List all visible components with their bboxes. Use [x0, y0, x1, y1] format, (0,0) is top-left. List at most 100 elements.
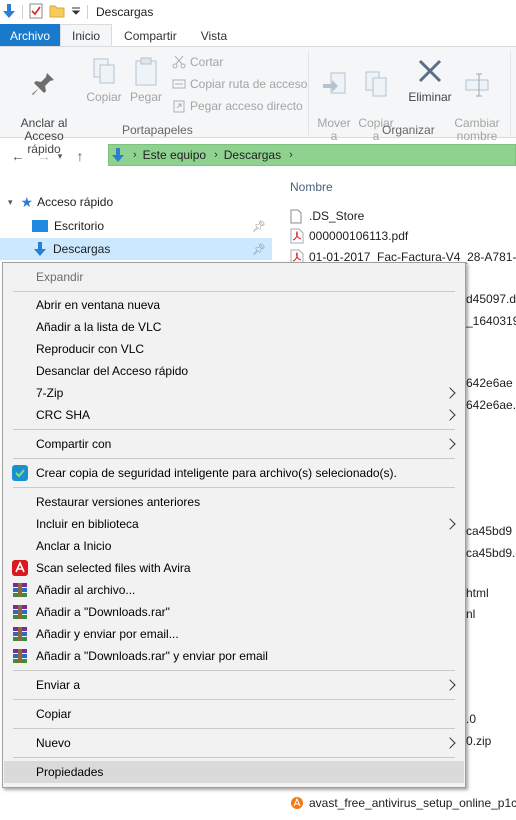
menu-separator: [13, 458, 455, 459]
menu-item-open-new-window[interactable]: Abrir en ventana nueva: [4, 294, 464, 316]
paste-button[interactable]: Pegar: [126, 57, 166, 104]
nav-item-escritorio[interactable]: Escritorio 📌︎: [0, 215, 272, 237]
expand-chevron-icon[interactable]: ▾: [8, 197, 13, 208]
menu-item-play-vlc[interactable]: Reproducir con VLC: [4, 338, 464, 360]
menu-item-share-with[interactable]: Compartir con: [4, 433, 464, 455]
up-arrow-icon[interactable]: ↑: [70, 148, 90, 164]
rename-icon: [465, 73, 489, 97]
breadcrumb-separator-icon: ›: [289, 149, 293, 161]
pin-icon: [32, 73, 54, 95]
menu-item-copy[interactable]: Copiar: [4, 703, 464, 725]
nav-item-descargas[interactable]: Descargas 📌︎: [0, 238, 272, 260]
copy-path-icon: [172, 79, 186, 89]
download-arrow-icon[interactable]: [2, 3, 16, 22]
navigation-bar: ← → ▾ ↑ › Este equipo › Descargas ›: [0, 142, 516, 170]
file-name-fragment: 642e6ae (: [466, 376, 516, 390]
file-row[interactable]: .DS_Store: [290, 206, 364, 226]
file-name-fragment: 642e6ae.d: [466, 398, 516, 412]
copy-icon: [93, 58, 115, 84]
recent-locations-chevron-icon[interactable]: ▾: [54, 151, 66, 162]
file-row[interactable]: avast_free_antivirus_setup_online_p1c.e: [290, 793, 516, 813]
menu-item-add-archive[interactable]: Añadir al archivo...: [4, 579, 464, 601]
copy-button[interactable]: Copiar: [84, 57, 124, 104]
menu-item-expandir[interactable]: Expandir: [4, 266, 464, 288]
nav-item-label: Descargas: [53, 242, 111, 256]
file-name-fragment: ca45bd9.c: [466, 546, 516, 560]
menu-item-7zip[interactable]: 7-Zip: [4, 382, 464, 404]
group-divider: [308, 51, 309, 135]
divider: [22, 5, 23, 19]
menu-separator: [13, 291, 455, 292]
paste-shortcut-icon: [173, 100, 185, 113]
submenu-arrow-icon: [444, 438, 456, 450]
tab-inicio[interactable]: Inicio: [60, 24, 113, 46]
tab-archivo[interactable]: Archivo: [0, 24, 61, 46]
move-to-button[interactable]: Mover a: [314, 57, 354, 143]
back-arrow-icon[interactable]: ←: [8, 148, 28, 164]
submenu-arrow-icon: [444, 387, 456, 399]
menu-item-add-vlc-list[interactable]: Añadir a la lista de VLC: [4, 316, 464, 338]
menu-item-scan-avira[interactable]: Scan selected files with Avira: [4, 557, 464, 579]
customize-dropdown-icon[interactable]: [71, 5, 81, 19]
menu-item-pin-start[interactable]: Anclar a Inicio: [4, 535, 464, 557]
breadcrumb-separator-icon: ›: [214, 149, 218, 161]
winrar-icon: [13, 649, 27, 663]
rename-button[interactable]: Cambiar nombre: [454, 57, 500, 143]
address-bar[interactable]: › Este equipo › Descargas ›: [108, 144, 516, 166]
pinned-icon: 📌︎: [252, 243, 266, 256]
file-row[interactable]: 000000106113.pdf: [290, 226, 408, 246]
clipboard-icon: [135, 57, 157, 86]
paste-shortcut-button[interactable]: Pegar acceso directo: [172, 99, 303, 113]
menu-item-add-downloads-rar[interactable]: Añadir a "Downloads.rar": [4, 601, 464, 623]
menu-item-include-library[interactable]: Incluir en biblioteca: [4, 513, 464, 535]
breadcrumb-descargas[interactable]: Descargas: [224, 148, 281, 162]
menu-item-restore-versions[interactable]: Restaurar versiones anteriores: [4, 491, 464, 513]
nav-item-quick-access[interactable]: ▾ ★ Acceso rápido: [0, 191, 272, 213]
context-menu: Expandir Abrir en ventana nueva Añadir a…: [2, 262, 466, 788]
file-explorer-window: Descargas Archivo Inicio Compartir Vista…: [0, 0, 516, 820]
winrar-icon: [13, 605, 27, 619]
menu-item-add-email[interactable]: Añadir y enviar por email...: [4, 623, 464, 645]
menu-item-send-to[interactable]: Enviar a: [4, 674, 464, 696]
download-arrow-icon: [34, 242, 46, 256]
backup-icon: [12, 465, 28, 481]
menu-item-smart-backup[interactable]: Crear copia de seguridad inteligente par…: [4, 462, 464, 484]
menu-item-crc-sha[interactable]: CRC SHA: [4, 404, 464, 426]
quick-access-toolbar: [0, 3, 88, 22]
file-name-fragment: 0.zip: [466, 734, 492, 748]
copy-path-button[interactable]: Copiar ruta de acceso: [172, 77, 307, 91]
file-name-fragment: html: [466, 586, 489, 600]
menu-separator: [13, 699, 455, 700]
group-divider: [510, 51, 511, 135]
tab-vista[interactable]: Vista: [189, 24, 239, 46]
file-name-fragment: nl: [466, 607, 476, 621]
file-name-fragment: .0: [466, 712, 477, 726]
ribbon-panel: Anclar al Acceso rápido Copiar Pegar Cor…: [0, 46, 516, 156]
group-organize-label: Organizar: [382, 123, 435, 137]
properties-check-icon[interactable]: [29, 3, 43, 22]
submenu-arrow-icon: [444, 409, 456, 421]
menu-item-new[interactable]: Nuevo: [4, 732, 464, 754]
breadcrumb-este-equipo[interactable]: Este equipo: [143, 148, 206, 162]
tab-compartir[interactable]: Compartir: [112, 24, 189, 46]
winrar-icon: [13, 583, 27, 597]
divider: [87, 5, 88, 19]
menu-item-add-downloads-rar-email[interactable]: Añadir a "Downloads.rar" y enviar por em…: [4, 645, 464, 667]
copy-to-icon: [365, 71, 387, 97]
new-folder-icon[interactable]: [49, 4, 65, 21]
menu-item-unpin-quick-access[interactable]: Desanclar del Acceso rápido: [4, 360, 464, 382]
star-icon: ★: [20, 193, 34, 210]
download-arrow-icon: [112, 148, 124, 162]
delete-x-icon: [418, 59, 442, 83]
column-header-name[interactable]: Nombre: [290, 180, 333, 194]
delete-button[interactable]: Eliminar: [406, 57, 454, 104]
submenu-arrow-icon: [444, 679, 456, 691]
menu-separator: [13, 429, 455, 430]
forward-arrow-icon[interactable]: →: [34, 148, 54, 164]
move-to-icon: [323, 72, 346, 94]
file-name-fragment: d45097.d: [466, 292, 516, 306]
ribbon-tabs: Archivo Inicio Compartir Vista: [0, 24, 516, 46]
cut-button[interactable]: Cortar: [172, 55, 223, 69]
menu-item-properties[interactable]: Propiedades: [4, 761, 464, 783]
winrar-icon: [13, 627, 27, 641]
